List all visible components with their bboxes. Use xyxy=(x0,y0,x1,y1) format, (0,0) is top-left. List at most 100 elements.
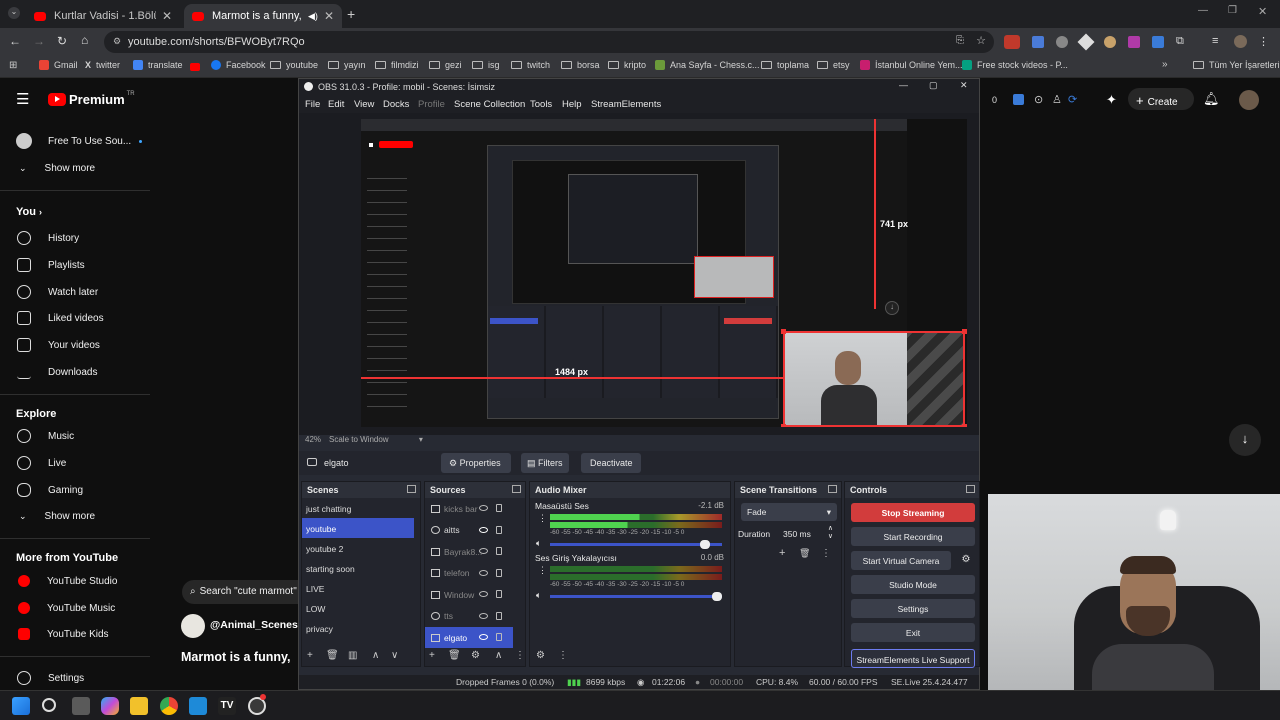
bookmark-twitter[interactable]: Xtwitter xyxy=(85,60,120,70)
source-item[interactable]: tts xyxy=(425,606,525,628)
menu-tools[interactable]: Tools xyxy=(530,99,552,110)
bookmark-folder-borsa[interactable]: borsa xyxy=(561,60,600,70)
remove-source-icon[interactable]: 🗑︎ xyxy=(448,650,461,661)
slider-handle[interactable] xyxy=(700,540,710,549)
bookmark-folder-toplama[interactable]: toplama xyxy=(761,60,809,70)
obs-titlebar[interactable]: OBS 31.0.3 - Profile: mobil - Scenes: İs… xyxy=(299,79,979,95)
settings-button[interactable]: Settings xyxy=(851,599,975,618)
sidebar-item-watch-later[interactable]: Watch later xyxy=(0,279,150,305)
kebab-menu-icon[interactable]: ⋮ xyxy=(1258,35,1269,48)
extension-icon[interactable]: ⊙ xyxy=(1034,93,1043,106)
exit-button[interactable]: Exit xyxy=(851,623,975,642)
sidebar-subscription-item[interactable]: Free To Use Sou... xyxy=(0,128,150,154)
volume-slider[interactable] xyxy=(550,592,722,601)
add-transition-icon[interactable]: + xyxy=(779,547,785,559)
extension-icon[interactable] xyxy=(1013,94,1024,105)
bookmark-folder-gezi[interactable]: gezi xyxy=(429,60,462,70)
speaker-icon[interactable]: 🔈︎ xyxy=(536,538,541,549)
apps-grid-icon[interactable]: ⊞ xyxy=(9,60,17,71)
sidebar-show-more-explore[interactable]: ⌄ Show more xyxy=(0,503,150,529)
remove-scene-icon[interactable]: 🗑︎ xyxy=(326,650,339,661)
bookmark-folder-filmdizi[interactable]: filmdizi xyxy=(375,60,419,70)
lock-icon[interactable] xyxy=(496,611,502,620)
more-options-icon[interactable]: ⋮ xyxy=(515,650,525,661)
move-up-icon[interactable]: ∧ xyxy=(372,650,379,661)
source-item[interactable]: telefon xyxy=(425,563,525,585)
menu-view[interactable]: View xyxy=(354,99,374,110)
add-scene-icon[interactable]: + xyxy=(307,650,313,661)
bookmark-folder-youtube[interactable]: youtube xyxy=(270,60,318,70)
scene-item[interactable]: just chatting xyxy=(302,498,420,518)
transition-type-select[interactable]: Fade ▾ xyxy=(741,503,837,521)
sidebar-item-gaming[interactable]: Gaming xyxy=(0,477,150,503)
home-icon[interactable]: ⌂ xyxy=(81,33,88,47)
maximize-window-icon[interactable]: ❐ xyxy=(1228,5,1237,16)
bookmark-chess[interactable]: Ana Sayfa - Chess.c... xyxy=(655,60,760,70)
scene-item-selected[interactable]: youtube xyxy=(302,518,414,538)
start-recording-button[interactable]: Start Recording xyxy=(851,527,975,546)
site-info-icon[interactable]: ⚙ xyxy=(113,36,121,47)
obs-preview-canvas[interactable]: 741 px 1484 px ↓ xyxy=(361,119,967,427)
bookmark-folder-twitch[interactable]: twitch xyxy=(511,60,550,70)
extension-icon[interactable] xyxy=(1128,36,1140,48)
task-view-icon[interactable] xyxy=(72,697,90,715)
spinner-icon[interactable]: ∧ ∨ xyxy=(828,525,833,541)
youtube-bookmark-icon[interactable] xyxy=(190,63,200,71)
dock-undock-icon[interactable] xyxy=(407,485,416,493)
channel-menu-icon[interactable]: ⋮ xyxy=(538,565,547,576)
browser-tab-kurtlar[interactable]: Kurtlar Vadisi - 1.Bölüm / @Res ✕ xyxy=(26,4,180,28)
bookmark-gmail[interactable]: Gmail xyxy=(39,60,78,70)
elgato-source-box[interactable] xyxy=(781,329,967,427)
search-icon[interactable] xyxy=(42,698,56,712)
move-down-icon[interactable]: ∨ xyxy=(391,650,398,661)
lock-icon[interactable] xyxy=(496,590,502,598)
scene-item[interactable]: starting soon xyxy=(302,558,420,578)
source-item[interactable]: kicks bar xyxy=(425,498,525,520)
lock-icon[interactable] xyxy=(496,504,502,512)
studio-mode-button[interactable]: Studio Mode xyxy=(851,575,975,594)
source-item[interactable]: aitts xyxy=(425,520,525,542)
filters-button[interactable]: ▤ Filters xyxy=(521,453,569,473)
windows-start-icon[interactable] xyxy=(12,697,30,715)
sidebar-item-youtube-kids[interactable]: YouTube Kids xyxy=(0,621,150,647)
youtube-premium-logo[interactable]: Premium TR xyxy=(48,91,135,107)
search-suggestion-chip[interactable]: ⌕ Search "cute marmot" xyxy=(182,580,298,604)
bookmark-star-icon[interactable]: ☆ xyxy=(976,34,986,47)
extension-icon[interactable] xyxy=(1152,36,1164,48)
forward-icon[interactable]: → xyxy=(33,34,45,48)
puzzle-icon[interactable]: ⧉ xyxy=(1176,35,1184,48)
audio-icon[interactable]: ◀) xyxy=(308,11,318,22)
extension-icon[interactable] xyxy=(1104,36,1116,48)
dock-undock-icon[interactable] xyxy=(828,485,837,493)
visibility-hidden-icon[interactable] xyxy=(479,569,488,576)
resize-handle-icon[interactable] xyxy=(962,424,967,427)
close-tab-icon[interactable]: ✕ xyxy=(162,9,172,23)
bookmarks-overflow-icon[interactable]: » xyxy=(1162,59,1168,70)
source-properties-icon[interactable]: ⚙ xyxy=(471,650,480,661)
duration-input[interactable]: 350 ms ∧ ∨ xyxy=(779,525,837,543)
bookmark-folder-yayin[interactable]: yayın xyxy=(328,60,366,70)
scene-item[interactable]: LOW xyxy=(302,598,420,618)
menu-lines-icon[interactable]: ≡ xyxy=(1212,35,1218,47)
more-options-icon[interactable]: ⋮ xyxy=(558,650,568,661)
virtual-camera-settings-icon[interactable]: ⚙ xyxy=(957,551,975,570)
visibility-hidden-icon[interactable] xyxy=(479,548,488,554)
channel-name[interactable]: @Animal_Scenes xyxy=(210,619,298,631)
scene-item[interactable]: BRB xyxy=(302,638,420,646)
resize-handle-icon[interactable] xyxy=(962,329,967,334)
sidebar-you-heading[interactable]: You › xyxy=(16,206,42,218)
sidebar-item-settings[interactable]: Settings xyxy=(0,665,150,691)
resize-handle-icon[interactable] xyxy=(781,329,786,334)
visibility-hidden-icon[interactable] xyxy=(479,612,488,619)
bookmark-stock-videos[interactable]: Free stock videos - P... xyxy=(962,60,1068,70)
extension-icon[interactable] xyxy=(1056,36,1068,48)
sidebar-item-liked-videos[interactable]: Liked videos xyxy=(0,305,150,331)
scene-item[interactable]: LIVE xyxy=(302,578,420,598)
sidebar-item-music[interactable]: Music xyxy=(0,423,150,449)
visibility-hidden-icon[interactable] xyxy=(479,591,488,597)
tab-search-icon[interactable]: ⌄ xyxy=(8,7,20,19)
sidebar-item-playlists[interactable]: Playlists xyxy=(0,252,150,278)
scene-item[interactable]: privacy xyxy=(302,618,420,638)
new-tab-button[interactable]: + xyxy=(347,6,355,22)
advanced-audio-icon[interactable]: ⚙ xyxy=(536,650,545,661)
